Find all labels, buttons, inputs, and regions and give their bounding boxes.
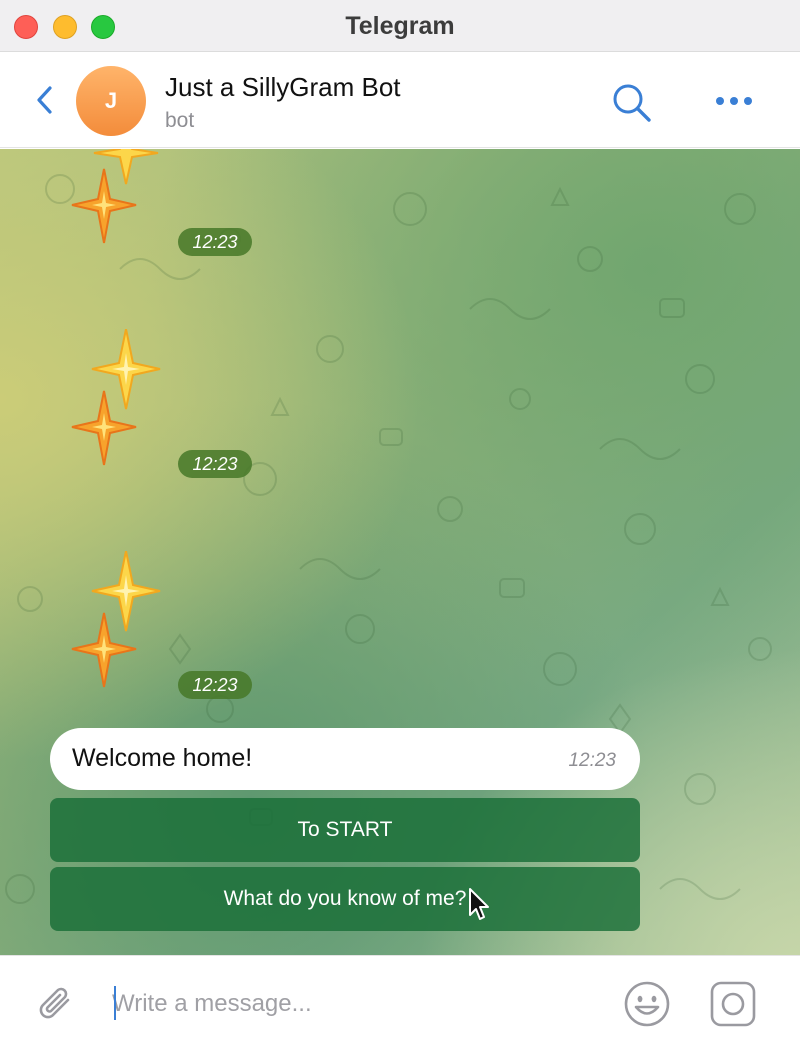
sticker-time-1: 12:23 [178, 228, 252, 256]
chevron-left-icon [37, 86, 52, 114]
back-button[interactable] [30, 83, 60, 117]
message-time: 12:23 [568, 750, 616, 771]
chat-history[interactable]: 12:23 12:23 12:23 Welcome home! 12:23 To… [0, 149, 800, 955]
message-bubble[interactable]: Welcome home! 12:23 [50, 728, 640, 790]
emoji-button[interactable] [623, 980, 671, 1028]
bot-commands-button[interactable] [709, 980, 757, 1028]
more-button[interactable] [712, 89, 756, 113]
sticker-time-2: 12:23 [178, 450, 252, 478]
sparkles-sticker[interactable] [70, 149, 170, 289]
avatar[interactable]: J [76, 66, 146, 136]
emoji-smile-icon [624, 981, 670, 1027]
inline-button-to-start[interactable]: To START [50, 798, 640, 862]
message-input[interactable] [112, 984, 592, 1024]
more-horizontal-icon [716, 97, 752, 105]
mouse-pointer-icon [469, 888, 489, 920]
sparkles-sticker[interactable] [70, 551, 170, 701]
message-composer [0, 955, 800, 1050]
telegram-window: Telegram J Just a SillyGram Bot bot 12:2… [0, 0, 800, 1050]
chat-title[interactable]: Just a SillyGram Bot [165, 72, 401, 103]
sticker-time-3: 12:23 [178, 671, 252, 699]
attach-button[interactable] [34, 982, 80, 1028]
search-icon [613, 84, 651, 122]
title-bar: Telegram [0, 0, 800, 52]
bot-command-icon [710, 981, 756, 1027]
paperclip-icon [39, 987, 70, 1019]
chat-status: bot [165, 109, 195, 132]
search-button[interactable] [608, 79, 656, 127]
text-caret [114, 986, 116, 1020]
chat-header: J Just a SillyGram Bot bot [0, 53, 800, 148]
window-title: Telegram [345, 12, 455, 40]
sparkles-sticker[interactable] [70, 329, 170, 479]
message-text: Welcome home! [72, 744, 253, 772]
inline-button-what-do-you-know[interactable]: What do you know of me? [50, 867, 640, 931]
